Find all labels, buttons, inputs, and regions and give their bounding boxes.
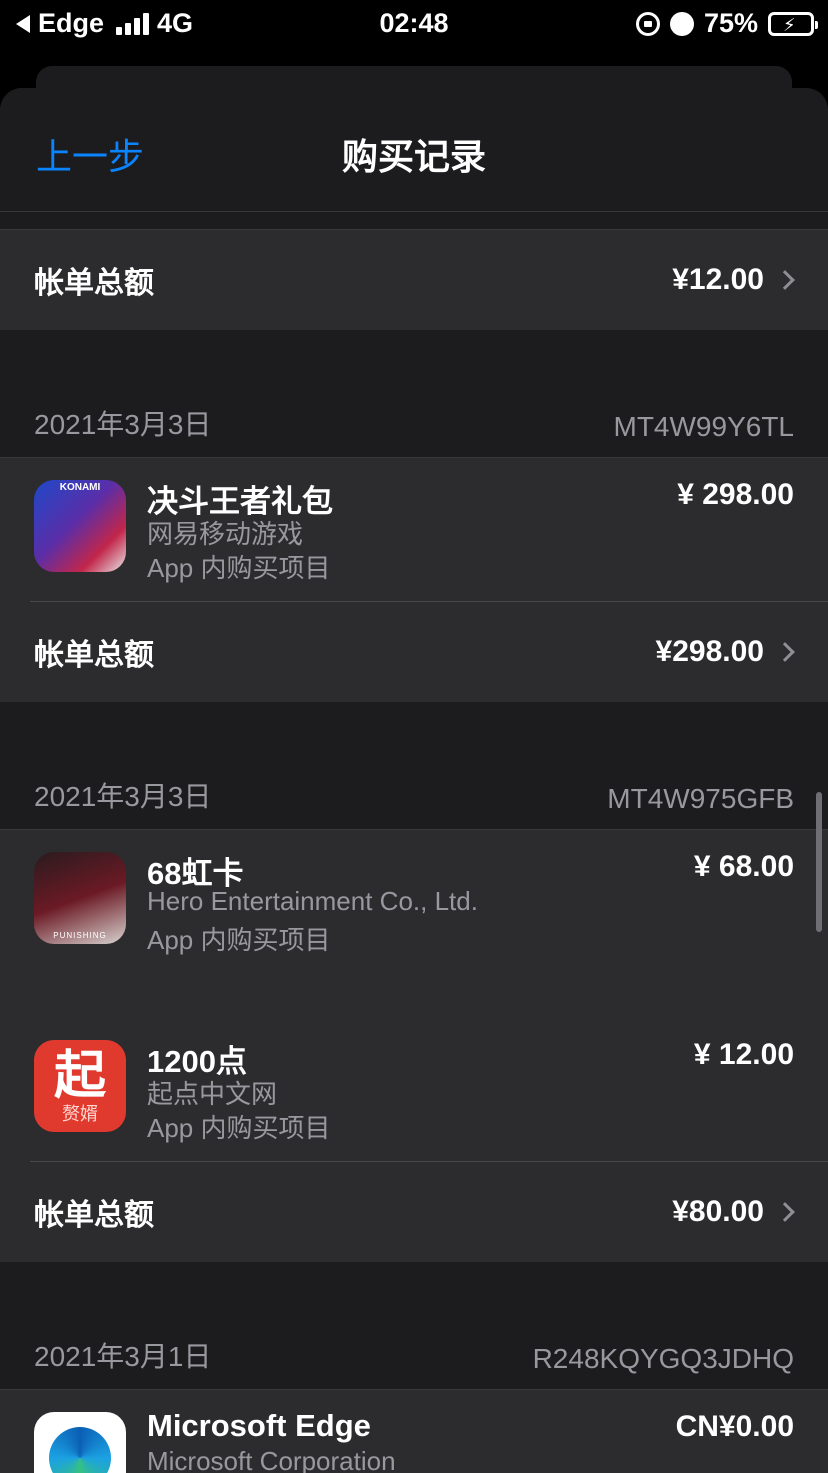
status-bar: Edge 4G 02:48 75% ⚡ xyxy=(0,0,828,48)
bill-total-amount: ¥298.00 xyxy=(655,635,764,668)
order-group: 帐单总额 ¥12.00 xyxy=(0,230,828,330)
item-type: App 内购买项目 xyxy=(147,925,331,955)
order-date: 2021年3月3日 xyxy=(34,781,212,812)
order-id: MT4W99Y6TL xyxy=(613,411,795,442)
punishing-app-icon: PUNISHING xyxy=(34,852,126,944)
orientation-lock-icon xyxy=(635,11,660,36)
section-header: 2021年3月1日 R248KQYGQ3JDHQ xyxy=(0,1262,828,1390)
order-group: Microsoft Edge Microsoft Corporation CN¥… xyxy=(0,1390,828,1473)
purchase-item[interactable]: KONAMI 决斗王者礼包 网易移动游戏 App 内购买项目 ¥ 298.00 xyxy=(0,458,828,602)
bill-total-row[interactable]: 帐单总额 ¥298.00 xyxy=(0,602,828,702)
item-price: ¥ 68.00 xyxy=(693,850,794,883)
edge-app-icon xyxy=(34,1412,126,1473)
order-group: PUNISHING 68虹卡 Hero Entertainment Co., L… xyxy=(0,830,828,1262)
list-top-divider xyxy=(0,212,828,230)
bill-total-row[interactable]: 帐单总额 ¥80.00 xyxy=(0,1162,828,1262)
order-group: KONAMI 决斗王者礼包 网易移动游戏 App 内购买项目 ¥ 298.00 … xyxy=(0,458,828,702)
section-header: 2021年3月3日 MT4W975GFB xyxy=(0,702,828,830)
item-type: App 内购买项目 xyxy=(147,1113,331,1143)
item-developer: Microsoft Corporation xyxy=(147,1446,396,1473)
item-developer: Hero Entertainment Co., Ltd. xyxy=(147,886,478,916)
item-price: CN¥0.00 xyxy=(675,1410,794,1443)
icon-brand-subtext: 赘婿 xyxy=(62,1104,98,1124)
purchase-item[interactable]: Microsoft Edge Microsoft Corporation CN¥… xyxy=(0,1390,828,1473)
bill-total-label: 帐单总额 xyxy=(34,267,154,300)
bill-total-amount: ¥80.00 xyxy=(672,1195,764,1228)
purchase-history-sheet: 上一步 购买记录 帐单总额 ¥12.00 2021年3月3日 MT4W99Y6T… xyxy=(0,88,828,1473)
purchase-list[interactable]: 帐单总额 ¥12.00 2021年3月3日 MT4W99Y6TL KONAMI … xyxy=(0,212,828,1473)
nav-bar: 上一步 购买记录 xyxy=(0,88,828,212)
chevron-right-icon xyxy=(775,270,795,290)
battery-icon: ⚡ xyxy=(768,11,818,36)
bill-total-label: 帐单总额 xyxy=(34,639,154,672)
purchase-item[interactable]: 起 赘婿 1200点 起点中文网 App 内购买项目 ¥ 12.00 xyxy=(0,1018,828,1162)
scroll-indicator[interactable] xyxy=(816,792,822,932)
item-type: App 内购买项目 xyxy=(147,553,331,583)
chevron-right-icon xyxy=(775,1202,795,1222)
purchase-item[interactable]: PUNISHING 68虹卡 Hero Entertainment Co., L… xyxy=(0,830,828,1018)
order-date: 2021年3月1日 xyxy=(34,1341,212,1372)
page-title: 购买记录 xyxy=(341,136,486,177)
item-price: ¥ 12.00 xyxy=(693,1038,794,1071)
item-price: ¥ 298.00 xyxy=(677,478,794,511)
icon-brand-text: 起 xyxy=(53,1047,106,1105)
section-header: 2021年3月3日 MT4W99Y6TL xyxy=(0,330,828,458)
bill-total-label: 帐单总额 xyxy=(34,1199,154,1232)
alarm-icon xyxy=(669,11,694,36)
icon-brand-text: KONAMI xyxy=(59,482,101,493)
edge-logo-icon xyxy=(49,1427,111,1473)
item-developer: 起点中文网 xyxy=(147,1079,278,1109)
order-date: 2021年3月3日 xyxy=(34,409,212,440)
chevron-right-icon xyxy=(775,642,795,662)
item-developer: 网易移动游戏 xyxy=(147,519,304,549)
status-right: 75% ⚡ xyxy=(635,8,818,39)
bill-total-row[interactable]: 帐单总额 ¥12.00 xyxy=(0,230,828,330)
qidian-app-icon: 起 赘婿 xyxy=(34,1040,126,1132)
battery-percent: 75% xyxy=(703,8,758,38)
order-id: R248KQYGQ3JDHQ xyxy=(532,1343,794,1374)
item-name: Microsoft Edge xyxy=(147,1408,371,1443)
icon-brand-text: PUNISHING xyxy=(53,931,107,940)
order-id: MT4W975GFB xyxy=(607,783,794,814)
bill-total-amount: ¥12.00 xyxy=(672,263,764,296)
yugioh-app-icon: KONAMI xyxy=(34,480,126,572)
